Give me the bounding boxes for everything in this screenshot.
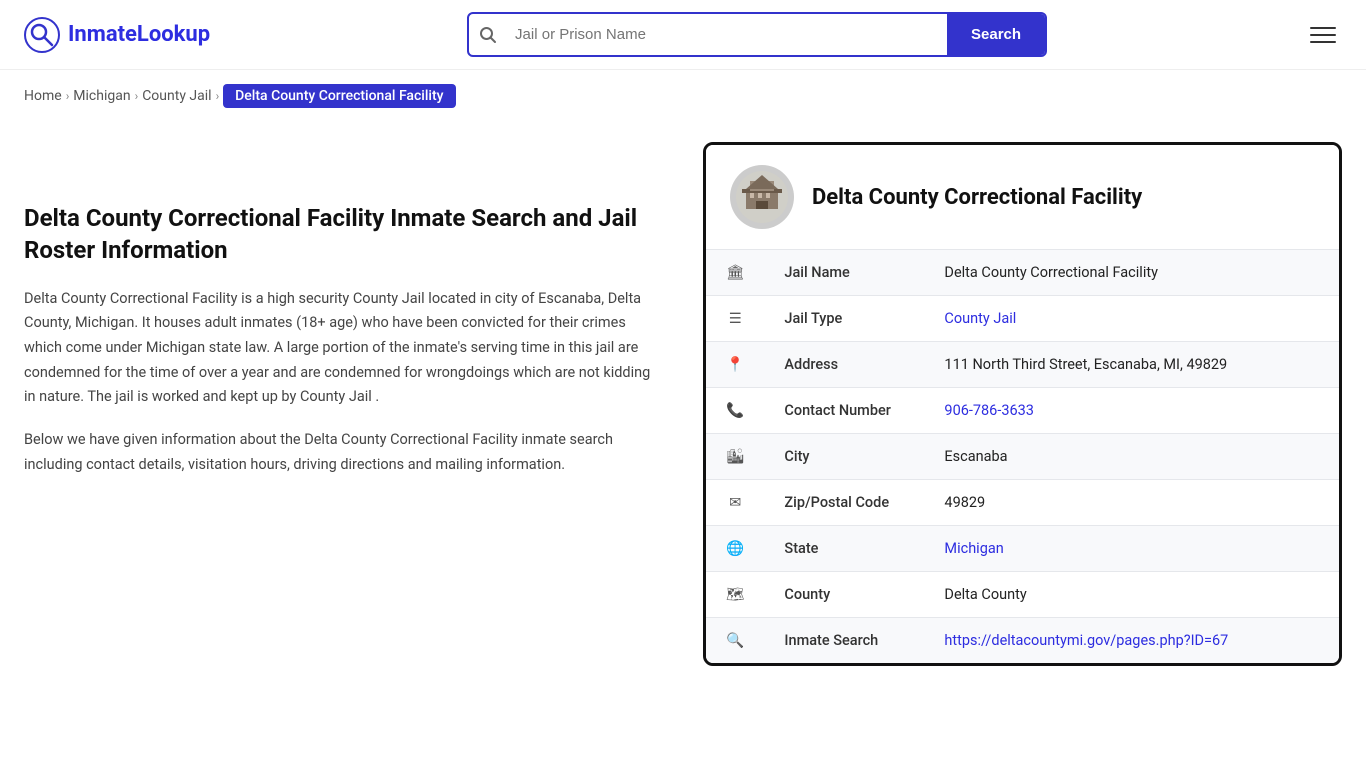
logo-text: InmateLookup xyxy=(68,22,210,47)
table-row: ✉Zip/Postal Code49829 xyxy=(706,480,1339,526)
row-icon: ✉ xyxy=(706,480,764,526)
row-label: County xyxy=(764,572,924,618)
search-input[interactable] xyxy=(507,16,947,53)
row-link[interactable]: Michigan xyxy=(944,540,1003,557)
row-icon: 🏛 xyxy=(706,250,764,296)
page-description-1: Delta County Correctional Facility is a … xyxy=(24,287,663,410)
table-row: 🌐State Michigan xyxy=(706,526,1339,572)
search-icon xyxy=(469,26,507,44)
row-icon: 🌐 xyxy=(706,526,764,572)
left-column: Delta County Correctional Facility Inmat… xyxy=(24,142,663,666)
row-icon: 📍 xyxy=(706,342,764,388)
breadcrumb-county-jail[interactable]: County Jail xyxy=(142,88,211,104)
breadcrumb-michigan[interactable]: Michigan xyxy=(73,88,130,104)
facility-avatar xyxy=(730,165,794,229)
table-row: 📍Address111 North Third Street, Escanaba… xyxy=(706,342,1339,388)
table-row: 🗺CountyDelta County xyxy=(706,572,1339,618)
chevron-icon: › xyxy=(66,89,70,103)
info-card: Delta County Correctional Facility 🏛Jail… xyxy=(703,142,1342,666)
row-icon: 🏙 xyxy=(706,434,764,480)
row-label: Inmate Search xyxy=(764,618,924,664)
table-row: ☰Jail Type County Jail xyxy=(706,296,1339,342)
info-table: 🏛Jail NameDelta County Correctional Faci… xyxy=(706,250,1339,663)
breadcrumb-home[interactable]: Home xyxy=(24,88,62,104)
search-button[interactable]: Search xyxy=(947,14,1045,55)
logo-area[interactable]: InmateLookup xyxy=(24,17,210,53)
row-value[interactable]: County Jail xyxy=(924,296,1339,342)
table-row: 🏛Jail NameDelta County Correctional Faci… xyxy=(706,250,1339,296)
row-value: Delta County xyxy=(924,572,1339,618)
row-value[interactable]: Michigan xyxy=(924,526,1339,572)
row-link[interactable]: County Jail xyxy=(944,310,1016,327)
row-label: State xyxy=(764,526,924,572)
row-value[interactable]: 906-786-3633 xyxy=(924,388,1339,434)
row-icon: 📞 xyxy=(706,388,764,434)
row-value: 111 North Third Street, Escanaba, MI, 49… xyxy=(924,342,1339,388)
row-label: Zip/Postal Code xyxy=(764,480,924,526)
row-label: City xyxy=(764,434,924,480)
row-value: Delta County Correctional Facility xyxy=(924,250,1339,296)
site-header: InmateLookup Search xyxy=(0,0,1366,70)
breadcrumb: Home › Michigan › County Jail › Delta Co… xyxy=(0,70,1366,122)
right-column: Delta County Correctional Facility 🏛Jail… xyxy=(703,142,1342,666)
hamburger-menu[interactable] xyxy=(1304,21,1342,49)
chevron-icon: › xyxy=(216,89,220,103)
page-title: Delta County Correctional Facility Inmat… xyxy=(24,202,663,267)
card-header: Delta County Correctional Facility xyxy=(706,145,1339,250)
row-link[interactable]: https://deltacountymi.gov/pages.php?ID=6… xyxy=(944,632,1228,649)
row-label: Jail Type xyxy=(764,296,924,342)
search-wrapper: Search xyxy=(467,12,1047,57)
chevron-icon: › xyxy=(135,89,139,103)
row-icon: ☰ xyxy=(706,296,764,342)
main-content: Delta County Correctional Facility Inmat… xyxy=(0,122,1366,706)
logo-icon xyxy=(24,17,60,53)
table-row: 🔍Inmate Search https://deltacountymi.gov/… xyxy=(706,618,1339,664)
search-area: Search xyxy=(467,12,1047,57)
table-row: 🏙CityEscanaba xyxy=(706,434,1339,480)
row-icon: 🔍 xyxy=(706,618,764,664)
table-row: 📞Contact Number 906-786-3633 xyxy=(706,388,1339,434)
row-value: Escanaba xyxy=(924,434,1339,480)
row-label: Jail Name xyxy=(764,250,924,296)
breadcrumb-current: Delta County Correctional Facility xyxy=(223,84,455,108)
row-link[interactable]: 906-786-3633 xyxy=(944,402,1034,419)
row-label: Address xyxy=(764,342,924,388)
facility-name-header: Delta County Correctional Facility xyxy=(812,185,1142,210)
row-value[interactable]: https://deltacountymi.gov/pages.php?ID=6… xyxy=(924,618,1339,664)
page-description-2: Below we have given information about th… xyxy=(24,428,663,477)
row-icon: 🗺 xyxy=(706,572,764,618)
row-value: 49829 xyxy=(924,480,1339,526)
row-label: Contact Number xyxy=(764,388,924,434)
